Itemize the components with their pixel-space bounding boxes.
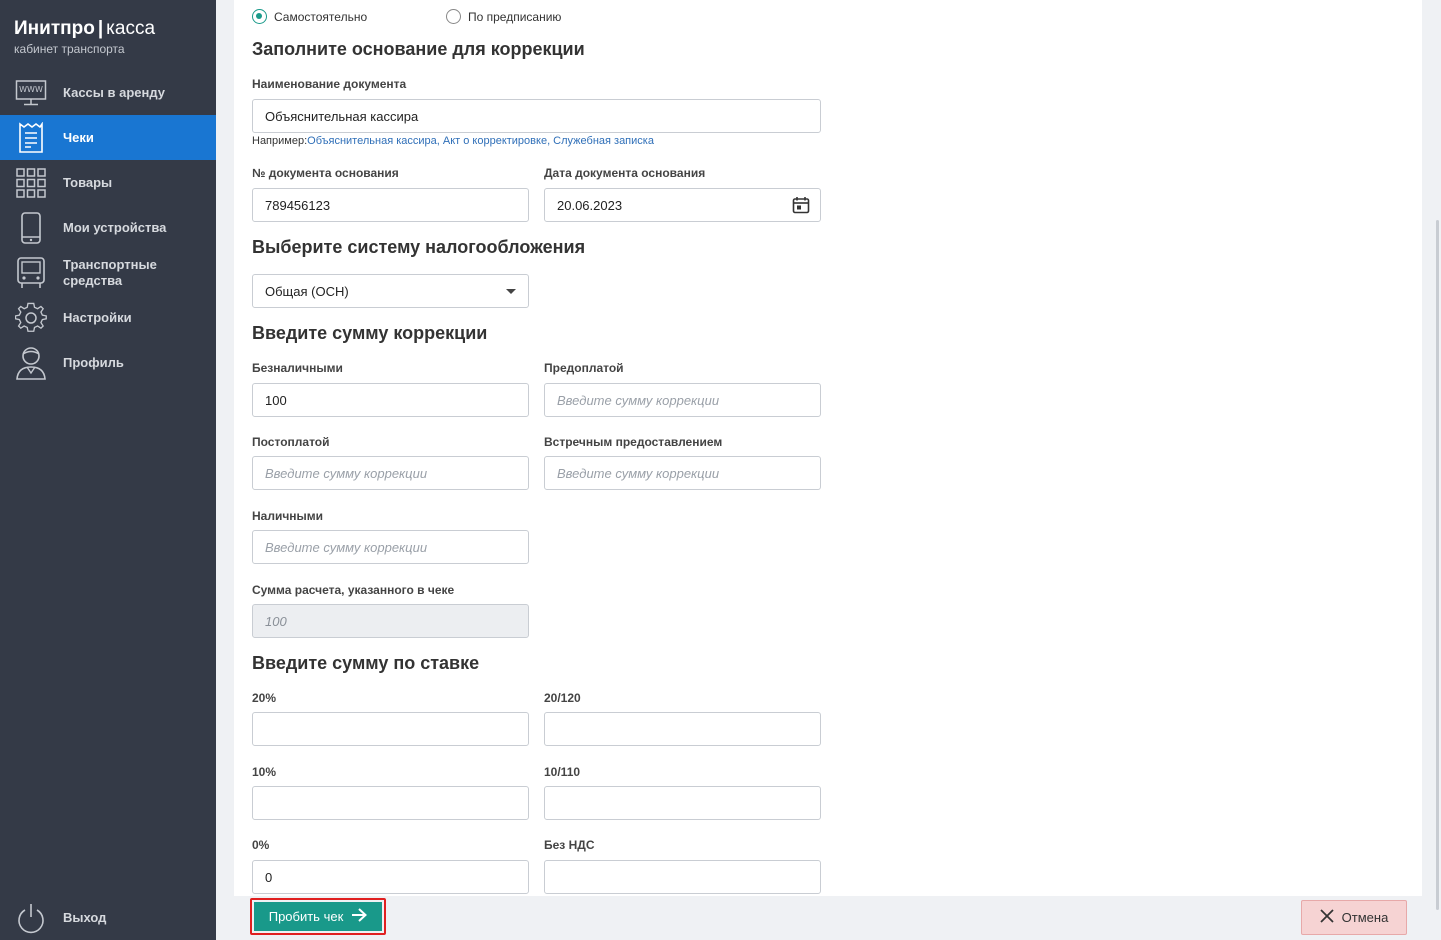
- rate-10-110-input[interactable]: [544, 786, 821, 820]
- logout-button[interactable]: Выход: [0, 895, 216, 940]
- doc-date-value: 20.06.2023: [557, 197, 623, 213]
- calendar-icon[interactable]: [792, 196, 810, 214]
- sidebar-item-goods[interactable]: Товары: [0, 160, 216, 205]
- brand-logo[interactable]: Инитпро | касса кабинет транспорта: [14, 18, 155, 56]
- postpay-input[interactable]: Введите сумму коррекции: [252, 456, 529, 490]
- power-icon: [15, 902, 47, 934]
- grid-icon: [15, 167, 47, 199]
- rate-10-110-label: 10/110: [544, 765, 581, 779]
- sidebar-item-devices[interactable]: Мои устройства: [0, 205, 216, 250]
- tax-system-select[interactable]: Общая (ОСН): [252, 274, 529, 308]
- rates-heading: Введите сумму по ставке: [252, 653, 480, 673]
- sidebar-item-rent[interactable]: WWW Кассы в аренду: [0, 70, 216, 115]
- cash-input[interactable]: Введите сумму коррекции: [252, 530, 529, 564]
- www-monitor-icon: WWW: [15, 77, 47, 109]
- sidebar-item-profile[interactable]: Профиль: [0, 340, 216, 385]
- doc-date-input[interactable]: 20.06.2023: [544, 188, 821, 222]
- cancel-button[interactable]: Отмена: [1301, 900, 1407, 935]
- sidebar-item-label: Товары: [63, 174, 113, 190]
- no-vat-label: Без НДС: [544, 838, 595, 852]
- gear-icon: [15, 302, 47, 334]
- sidebar-item-receipts[interactable]: Чеки: [0, 115, 216, 160]
- radio-self[interactable]: Самостоятельно: [252, 9, 367, 24]
- sidebar-item-label: Мои устройства: [63, 219, 167, 235]
- phone-icon: [15, 211, 47, 244]
- brand-name: Инитпро: [14, 18, 95, 39]
- radio-by-order[interactable]: По предписанию: [446, 9, 561, 24]
- sidebar-item-vehicles[interactable]: Транспортные средства: [0, 250, 216, 295]
- doc-name-hint: Например:Объяснительная кассира, Акт о к…: [252, 135, 654, 147]
- doc-name-label: Наименование документа: [252, 77, 407, 91]
- prepay-label: Предоплатой: [544, 361, 624, 375]
- sidebar-item-label: Транспортные средства: [63, 256, 157, 288]
- radio-by-order-indicator[interactable]: [446, 9, 461, 24]
- doc-date-label: Дата документа основания: [544, 166, 706, 180]
- sidebar-item-label: Настройки: [63, 309, 132, 325]
- scrollbar[interactable]: [1436, 220, 1439, 910]
- receipt-icon: [15, 121, 47, 154]
- amounts-heading: Введите сумму коррекции: [252, 323, 488, 343]
- rate-10-label: 10%: [252, 765, 277, 779]
- sidebar-nav: WWW Кассы в аренду Чеки Товары Мои устро…: [0, 70, 216, 385]
- basis-heading: Заполните основание для коррекции: [252, 39, 585, 59]
- brand-subtitle: кабинет транспорта: [14, 42, 125, 56]
- cashless-input[interactable]: 100: [252, 383, 529, 417]
- rate-0-label: 0%: [252, 838, 270, 852]
- submit-receipt-label: Пробить чек: [268, 909, 344, 924]
- logout-label: Выход: [63, 910, 107, 925]
- close-icon: [1320, 909, 1334, 926]
- doc-number-label: № документа основания: [252, 166, 399, 180]
- hint-examples: Объяснительная кассира, Акт о корректиро…: [307, 135, 654, 147]
- rate-20-120-label: 20/120: [544, 691, 581, 705]
- postpay-label: Постоплатой: [252, 435, 330, 449]
- rate-0-input[interactable]: 0: [252, 860, 529, 894]
- counter-input[interactable]: Введите сумму коррекции: [544, 456, 821, 490]
- submit-receipt-button[interactable]: Пробить чек: [250, 898, 386, 935]
- arrow-right-icon: [351, 908, 368, 925]
- sidebar-item-label: Кассы в аренду: [63, 84, 165, 100]
- radio-by-order-label: По предписанию: [468, 9, 562, 24]
- total-label: Сумма расчета, указанного в чеке: [252, 583, 455, 597]
- cancel-label: Отмена: [1341, 910, 1389, 925]
- svg-text:WWW: WWW: [19, 85, 43, 94]
- hint-prefix: Например:: [252, 135, 308, 147]
- rate-20-120-input[interactable]: [544, 712, 821, 746]
- sidebar: Инитпро | касса кабинет транспорта WWW Кас…: [0, 0, 216, 940]
- cashless-label: Безналичными: [252, 361, 343, 375]
- counter-label: Встречным предоставлением: [544, 435, 723, 449]
- bus-icon: [15, 256, 47, 289]
- user-icon: [15, 346, 47, 380]
- rate-10-input[interactable]: [252, 786, 529, 820]
- chevron-down-icon: [506, 289, 516, 294]
- doc-number-input[interactable]: 789456123: [252, 188, 529, 222]
- cash-label: Наличными: [252, 509, 324, 523]
- tax-heading: Выберите систему налогообложения: [252, 237, 586, 257]
- total-input: 100: [252, 604, 529, 638]
- doc-name-input[interactable]: Объяснительная кассира: [252, 99, 821, 133]
- radio-self-label: Самостоятельно: [274, 9, 368, 24]
- radio-self-indicator[interactable]: [252, 9, 267, 24]
- rate-20-label: 20%: [252, 691, 277, 705]
- sidebar-item-settings[interactable]: Настройки: [0, 295, 216, 340]
- sidebar-item-label: Профиль: [63, 354, 124, 370]
- rate-20-input[interactable]: [252, 712, 529, 746]
- prepay-input[interactable]: Введите сумму коррекции: [544, 383, 821, 417]
- no-vat-input[interactable]: [544, 860, 821, 894]
- tax-system-value: Общая (ОСН): [265, 283, 349, 299]
- brand-product: касса: [106, 18, 156, 39]
- sidebar-item-label: Чеки: [63, 129, 94, 145]
